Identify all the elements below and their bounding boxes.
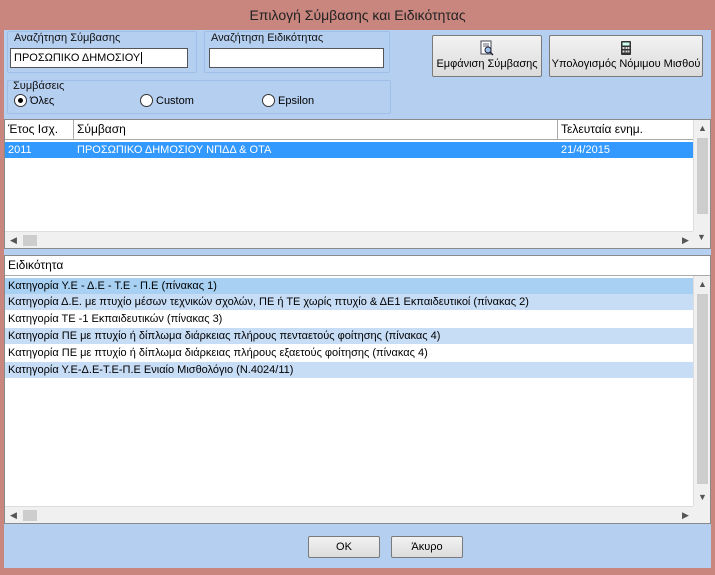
radio-custom-indicator <box>140 94 153 107</box>
scroll-left-icon[interactable]: ◀ <box>5 232 22 248</box>
column-header-specialty[interactable]: Ειδικότητα <box>5 256 694 276</box>
contracts-vertical-scrollbar[interactable]: ▲ <box>693 120 710 231</box>
contract-search-value: ΠΡΟΣΩΠΙΚΟ ΔΗΜΟΣΙΟΥ <box>14 52 141 64</box>
scroll-right-icon[interactable]: ▶ <box>677 507 694 523</box>
cell-updated: 21/4/2015 <box>561 144 610 156</box>
column-header-year[interactable]: Έτος Ισχ. <box>5 120 74 140</box>
scroll-corner <box>693 506 710 523</box>
specialty-label: Κατηγορία ΠΕ με πτυχίο ή δίπλωμα διάρκει… <box>8 347 428 359</box>
column-header-updated[interactable]: Τελευταία ενημ. <box>558 120 694 140</box>
contracts-table-header: Έτος Ισχ. Σύμβαση Τελευταία ενημ. <box>5 120 694 140</box>
scroll-thumb[interactable] <box>697 294 708 484</box>
radio-all[interactable]: Όλες <box>14 94 54 107</box>
radio-epsilon-label: Epsilon <box>278 94 315 107</box>
scroll-right-icon[interactable]: ▶ <box>677 232 694 248</box>
show-contract-button[interactable]: Εμφάνιση Σύμβασης <box>432 35 542 77</box>
contracts-horizontal-scrollbar[interactable]: ◀ ▶ <box>5 231 694 248</box>
table-row[interactable]: 2011 ΠΡΟΣΩΠΙΚΟ ΔΗΜΟΣΙΟΥ ΝΠΔΔ & ΟΤΑ 21/4/… <box>5 142 694 158</box>
calc-salary-button[interactable]: Υπολογισμός Νόμιμου Μισθού <box>549 35 703 77</box>
scroll-up-icon[interactable]: ▲ <box>694 120 710 137</box>
calc-salary-label: Υπολογισμός Νόμιμου Μισθού <box>551 58 701 70</box>
specialty-horizontal-scrollbar[interactable]: ◀ ▶ <box>5 506 694 523</box>
radio-custom[interactable]: Custom <box>140 94 194 107</box>
specialty-label: Κατηγορία Υ.Ε - Δ.Ε - Τ.Ε - Π.Ε (πίνακας… <box>8 280 217 292</box>
specialty-search-label: Αναζήτηση Ειδικότητας <box>211 32 324 44</box>
cell-year: 2011 <box>8 144 32 156</box>
radio-epsilon-indicator <box>262 94 275 107</box>
document-search-icon <box>480 40 494 56</box>
specialty-table: Ειδικότητα Κατηγορία Υ.Ε - Δ.Ε - Τ.Ε - Π… <box>4 255 711 524</box>
scroll-down-icon[interactable]: ▼ <box>694 489 710 506</box>
scroll-down-icon[interactable]: ▼ <box>693 229 710 246</box>
window-title: Επιλογή Σύμβασης και Ειδικότητας <box>0 0 715 30</box>
list-item[interactable]: Κατηγορία ΠΕ με πτυχίο ή δίπλωμα διάρκει… <box>5 328 694 344</box>
scroll-thumb[interactable] <box>23 510 37 521</box>
specialty-vertical-scrollbar[interactable]: ▲ ▼ <box>693 276 710 506</box>
scroll-thumb[interactable] <box>23 235 37 246</box>
specialty-label: Κατηγορία Δ.Ε. με πτυχίο μέσων τεχνικών … <box>8 296 529 308</box>
contracts-filter-label: Συμβάσεις <box>13 80 65 92</box>
specialty-search-input[interactable] <box>209 48 384 68</box>
radio-custom-label: Custom <box>156 94 194 107</box>
scroll-left-icon[interactable]: ◀ <box>5 507 22 523</box>
contract-search-label: Αναζήτηση Σύμβασης <box>14 32 121 44</box>
list-item[interactable]: Κατηγορία ΤΕ -1 Εκπαιδευτικών (πίνακας 3… <box>5 311 694 327</box>
list-item[interactable]: Κατηγορία ΠΕ με πτυχίο ή δίπλωμα διάρκει… <box>5 345 694 361</box>
list-item[interactable]: Κατηγορία Υ.Ε-Δ.Ε-Τ.Ε-Π.Ε Ενιαίο Μισθολό… <box>5 362 694 378</box>
radio-epsilon[interactable]: Epsilon <box>262 94 314 107</box>
specialty-label: Κατηγορία ΠΕ με πτυχίο ή δίπλωμα διάρκει… <box>8 330 441 342</box>
list-item[interactable]: Κατηγορία Υ.Ε - Δ.Ε - Τ.Ε - Π.Ε (πίνακας… <box>5 278 694 294</box>
dialog-client-area: Αναζήτηση Σύμβασης ΠΡΟΣΩΠΙΚΟ ΔΗΜΟΣΙΟΥ Αν… <box>4 30 711 568</box>
text-caret <box>141 52 143 65</box>
radio-all-label: Όλες <box>30 94 55 107</box>
specialty-table-header: Ειδικότητα <box>5 256 710 276</box>
cancel-button[interactable]: Άκυρο <box>391 536 463 558</box>
list-item[interactable]: Κατηγορία Δ.Ε. με πτυχίο μέσων τεχνικών … <box>5 294 694 310</box>
contract-search-input[interactable]: ΠΡΟΣΩΠΙΚΟ ΔΗΜΟΣΙΟΥ <box>10 48 188 68</box>
scroll-thumb[interactable] <box>697 138 708 214</box>
calculator-icon <box>621 41 631 55</box>
specialty-label: Κατηγορία Υ.Ε-Δ.Ε-Τ.Ε-Π.Ε Ενιαίο Μισθολό… <box>8 364 294 376</box>
show-contract-label: Εμφάνιση Σύμβασης <box>436 58 538 70</box>
contracts-filter-group <box>7 80 391 114</box>
scroll-up-icon[interactable]: ▲ <box>694 276 710 293</box>
ok-button[interactable]: ΟΚ <box>308 536 380 558</box>
scroll-corner: ▼ <box>693 231 710 248</box>
cell-contract: ΠΡΟΣΩΠΙΚΟ ΔΗΜΟΣΙΟΥ ΝΠΔΔ & ΟΤΑ <box>77 144 272 156</box>
column-header-contract[interactable]: Σύμβαση <box>74 120 558 140</box>
radio-all-indicator <box>14 94 27 107</box>
specialty-label: Κατηγορία ΤΕ -1 Εκπαιδευτικών (πίνακας 3… <box>8 313 223 325</box>
contracts-table: Έτος Ισχ. Σύμβαση Τελευταία ενημ. 2011 Π… <box>4 119 711 249</box>
